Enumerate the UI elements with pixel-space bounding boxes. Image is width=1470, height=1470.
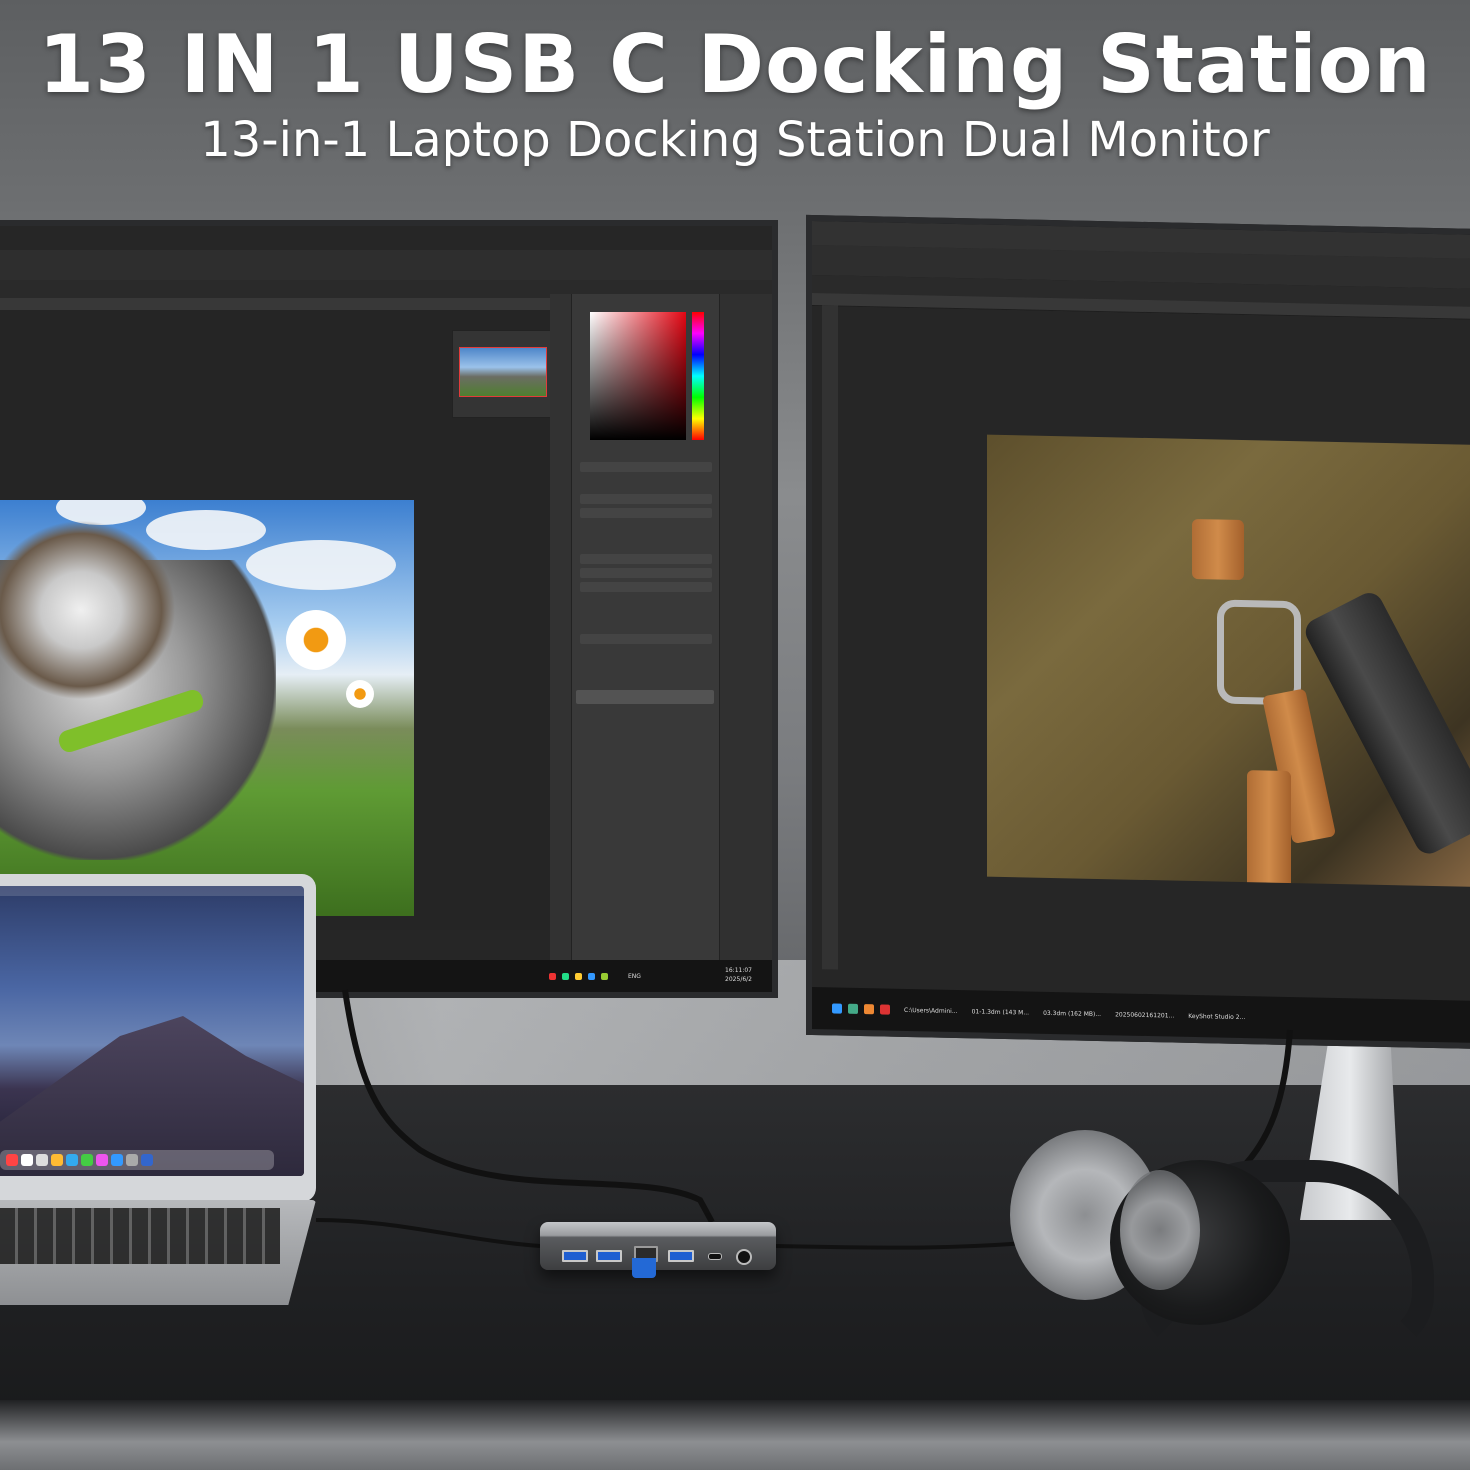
desktop-wallpaper-mountain xyxy=(0,1016,304,1176)
dock-app-icon[interactable] xyxy=(141,1154,153,1166)
usb-c-hub xyxy=(540,1222,776,1278)
ethernet-plug xyxy=(632,1258,656,1278)
laptop xyxy=(0,874,316,1202)
usb-a-port xyxy=(668,1250,694,1262)
dock-app-icon[interactable] xyxy=(96,1154,108,1166)
headphone-cushion xyxy=(1120,1170,1200,1290)
desk-edge xyxy=(0,1400,1470,1470)
laptop-keyboard xyxy=(0,1200,316,1305)
usb-a-port xyxy=(562,1250,588,1262)
audio-jack xyxy=(736,1249,752,1265)
subheadline: 13-in-1 Laptop Docking Station Dual Moni… xyxy=(200,112,1270,168)
dock-app-icon[interactable] xyxy=(36,1154,48,1166)
keyboard-keys xyxy=(0,1208,280,1264)
mac-dock xyxy=(0,1150,274,1170)
usb-c-port xyxy=(708,1253,722,1260)
headline: 13 IN 1 USB C Docking Station xyxy=(38,18,1432,111)
dock-app-icon[interactable] xyxy=(21,1154,33,1166)
dock-app-icon[interactable] xyxy=(6,1154,18,1166)
dock-app-icon[interactable] xyxy=(126,1154,138,1166)
macos-desktop xyxy=(0,886,304,1176)
dock-app-icon[interactable] xyxy=(66,1154,78,1166)
dock-app-icon[interactable] xyxy=(111,1154,123,1166)
usb-a-port xyxy=(596,1250,622,1262)
dock-app-icon[interactable] xyxy=(51,1154,63,1166)
dock-app-icon[interactable] xyxy=(81,1154,93,1166)
mac-menu-bar xyxy=(0,886,304,896)
product-scene: ENG 16:11:07 2025/6/2 C:\Users\Admini...… xyxy=(0,0,1470,1470)
